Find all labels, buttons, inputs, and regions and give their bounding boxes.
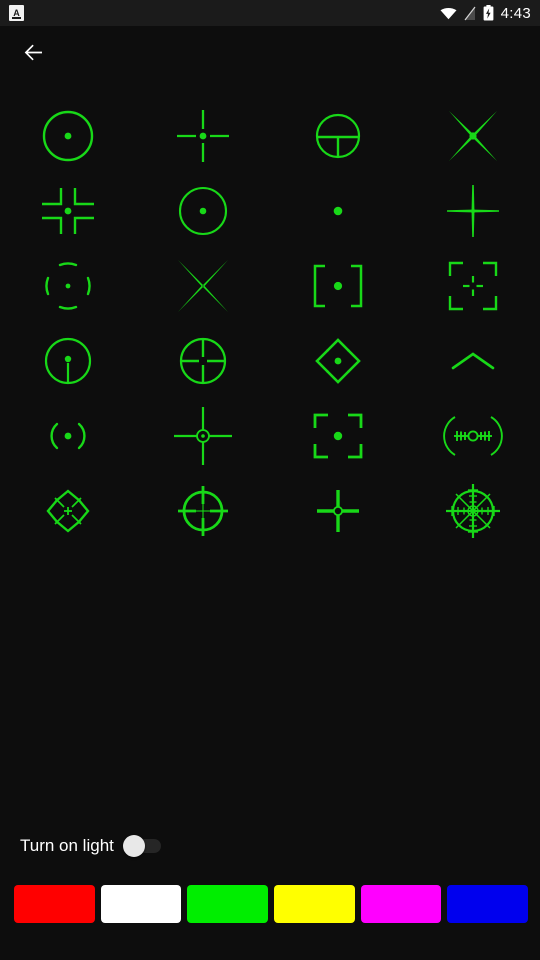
app-notification-icon: A xyxy=(9,5,24,21)
reticle-x-plain[interactable] xyxy=(135,248,270,323)
reticle-x-dot[interactable] xyxy=(405,98,540,173)
reticle-bold-cross-ring[interactable] xyxy=(270,473,405,548)
reticle-square-brackets-dot[interactable] xyxy=(270,248,405,323)
reticle-corner-frame-small-cross[interactable] xyxy=(405,248,540,323)
crosshair-circle-dot-icon xyxy=(178,186,227,235)
crosshair-arc-ticks-ring-icon xyxy=(442,415,503,456)
reticle-diamond-chevrons-dot[interactable] xyxy=(270,323,405,398)
battery-charging-icon xyxy=(483,5,493,21)
reticle-dotted-circle-dot[interactable] xyxy=(0,98,135,173)
crosshair-ring-extended-cross-icon xyxy=(177,485,228,536)
crosshair-bold-cross-ring-icon xyxy=(316,489,359,532)
toggle-knob xyxy=(122,835,145,857)
crosshair-chevron-icon xyxy=(451,351,494,369)
crosshair-dot-icon xyxy=(333,206,342,215)
no-sim-signal-icon xyxy=(464,6,476,20)
crosshair-brackets-dot-icon xyxy=(313,413,362,458)
reticle-circle-t-bar[interactable] xyxy=(270,98,405,173)
crosshair-thin-cross-icon xyxy=(446,184,499,237)
turn-on-light-label: Turn on light xyxy=(20,836,114,855)
status-bar-left: A xyxy=(9,5,24,21)
color-swatch-green[interactable] xyxy=(187,885,269,923)
crosshair-square-brackets-dot-icon xyxy=(313,264,362,307)
color-swatch-magenta[interactable] xyxy=(360,885,442,923)
reticle-ring-extended-cross[interactable] xyxy=(135,473,270,548)
reticle-single-dot[interactable] xyxy=(270,173,405,248)
reticle-arcs-parens-dot[interactable] xyxy=(0,248,135,323)
crosshair-circle-tbar-icon xyxy=(315,113,360,158)
reticle-arc-ticks-ring[interactable] xyxy=(405,398,540,473)
back-button[interactable] xyxy=(14,33,52,71)
crosshair-circle-cross-icon xyxy=(179,337,226,384)
reticle-chevron-caret[interactable] xyxy=(405,323,540,398)
reticle-scope-complex[interactable] xyxy=(405,473,540,548)
status-bar-right: 4:43 xyxy=(440,5,531,22)
crosshair-corner-brackets-dot-icon xyxy=(41,187,94,234)
arrow-left-icon xyxy=(24,44,42,60)
color-swatch-row xyxy=(14,885,529,923)
crosshair-parens-dot-icon xyxy=(49,422,86,449)
turn-on-light-toggle[interactable] xyxy=(122,835,161,857)
status-bar: A 4:43 xyxy=(0,0,540,26)
reticle-circle-full-cross[interactable] xyxy=(135,323,270,398)
crosshair-circle-dot-stem-icon xyxy=(44,337,91,384)
light-control-row: Turn on light xyxy=(20,835,161,857)
reticle-long-cross-ring[interactable] xyxy=(135,398,270,473)
crosshair-corner-frame-cross-icon xyxy=(448,261,497,310)
crosshair-scope-complex-icon xyxy=(445,483,500,538)
color-swatch-white[interactable] xyxy=(100,885,182,923)
crosshair-x-icon xyxy=(177,259,228,312)
reticle-circle-dot[interactable] xyxy=(135,173,270,248)
color-swatch-blue[interactable] xyxy=(447,885,529,923)
reticle-thin-cross-taper[interactable] xyxy=(405,173,540,248)
crosshair-x-dot-icon xyxy=(448,110,497,161)
status-bar-clock: 4:43 xyxy=(500,4,531,22)
wifi-icon xyxy=(440,7,457,19)
reticle-circle-dot-stem[interactable] xyxy=(0,323,135,398)
crosshair-cross-gap-dot-icon xyxy=(176,109,229,162)
color-swatch-red[interactable] xyxy=(14,885,95,923)
reticle-cross-gap-dot[interactable] xyxy=(135,98,270,173)
reticle-four-corner-brackets-dot[interactable] xyxy=(0,173,135,248)
reticle-parens-dot[interactable] xyxy=(0,398,135,473)
action-bar xyxy=(0,26,540,78)
reticle-rosette-cross[interactable] xyxy=(0,473,135,548)
crosshair-circle-segments-dot-icon xyxy=(42,110,93,161)
crosshair-diamond-chevrons-dot-icon xyxy=(314,337,361,384)
color-swatch-yellow[interactable] xyxy=(274,885,355,923)
crosshair-rosette-cross-icon xyxy=(45,488,90,533)
reticle-grid xyxy=(0,98,540,548)
crosshair-arcs-parens-dot-icon xyxy=(44,261,91,310)
reticle-corner-brackets-dot[interactable] xyxy=(270,398,405,473)
app-root: A 4:43 Turn on light xyxy=(0,0,540,960)
crosshair-long-cross-ring-icon xyxy=(173,406,232,465)
